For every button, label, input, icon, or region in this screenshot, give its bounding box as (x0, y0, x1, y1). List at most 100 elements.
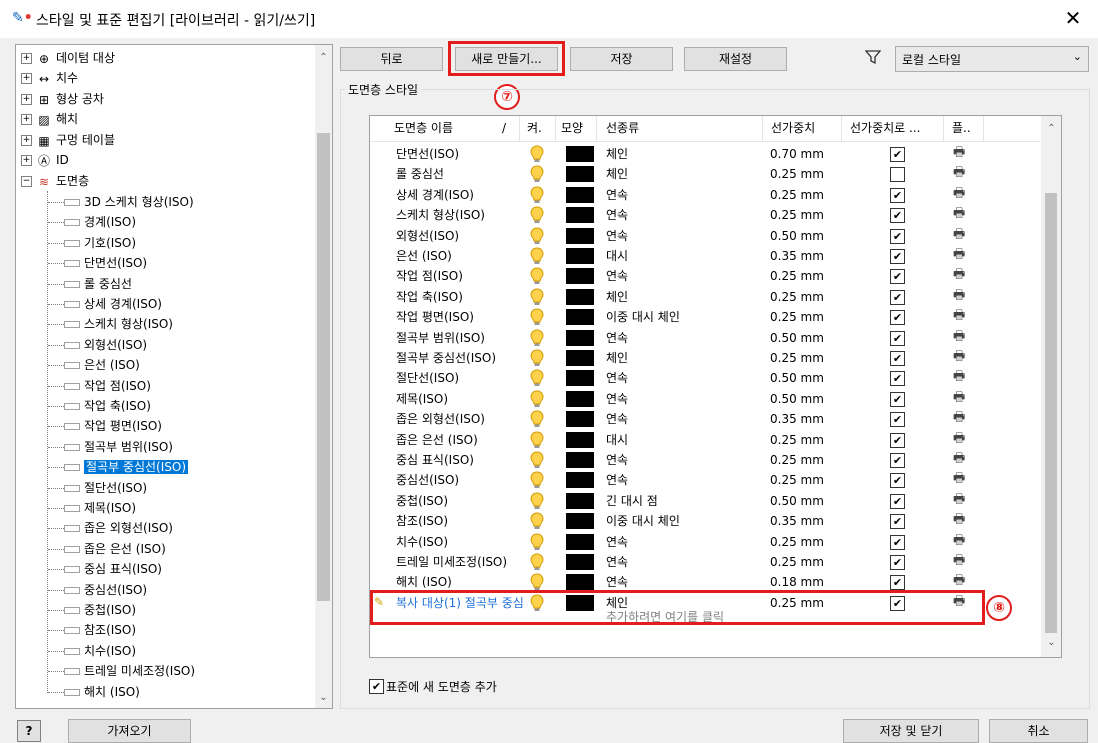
layer-row[interactable]: 중심 표식(ISO) 연속 0.25 mm ✔ 🖶 (370, 450, 1040, 470)
layer-row[interactable]: 작업 축(ISO) 체인 0.25 mm ✔ 🖶 (370, 287, 1040, 307)
layer-row[interactable]: 롤 중심선 체인 0.25 mm 🖶 (370, 164, 1040, 184)
layer-name-cell[interactable]: 중심 표식(ISO) (396, 450, 524, 470)
scroll-down-arrow-icon[interactable]: ⌄ (315, 689, 332, 706)
scale-by-lineweight-checkbox[interactable]: ✔ (890, 147, 905, 162)
lightbulb-on-icon[interactable] (530, 206, 544, 224)
layer-name-cell[interactable]: 작업 축(ISO) (396, 287, 524, 307)
layer-row[interactable]: 상세 경계(ISO) 연속 0.25 mm ✔ 🖶 (370, 185, 1040, 205)
tree-category-7[interactable]: ≋ 도면층 (36, 171, 89, 191)
lineweight-cell[interactable]: 0.25 mm (770, 266, 840, 286)
scale-by-lineweight-checkbox[interactable]: ✔ (890, 187, 905, 203)
color-swatch[interactable] (566, 554, 594, 570)
expand-toggle-icon[interactable]: + (21, 73, 32, 84)
expand-toggle-icon[interactable]: + (21, 155, 32, 166)
color-swatch[interactable] (566, 329, 594, 346)
tree-layer-item[interactable]: 작업 축(ISO) (64, 396, 151, 416)
printer-icon[interactable]: 🖶 (953, 390, 969, 406)
col-header-scale-by-lw[interactable]: 선가중치로 ... (842, 116, 944, 141)
col-header-linetype[interactable]: 선종류 (597, 116, 763, 141)
lightbulb-on-icon[interactable] (530, 390, 544, 408)
add-to-standard-checkbox[interactable]: ✔ (369, 679, 384, 694)
layer-name-cell[interactable]: 상세 경계(ISO) (396, 185, 524, 205)
color-swatch[interactable] (566, 268, 594, 285)
close-icon[interactable]: ✕ (1060, 6, 1086, 30)
linetype-cell[interactable]: 연속 (606, 532, 756, 552)
tree-layer-item[interactable]: 좁은 외형선(ISO) (64, 518, 173, 538)
tree-category-6[interactable]: Ⓐ ID (36, 150, 69, 170)
printer-icon[interactable]: 🖶 (953, 206, 969, 222)
printer-icon[interactable]: 🖶 (953, 533, 969, 549)
linetype-cell[interactable]: 연속 (606, 450, 756, 470)
layer-row[interactable]: 작업 점(ISO) 연속 0.25 mm ✔ 🖶 (370, 266, 1040, 286)
printer-icon[interactable]: 🖶 (953, 288, 969, 304)
style-filter-dropdown[interactable]: 로컬 스타일 ⌄ (895, 46, 1089, 72)
scale-by-lineweight-checkbox[interactable]: ✔ (890, 493, 905, 509)
col-header-name[interactable]: 도면층 이름 / (370, 116, 520, 141)
color-swatch[interactable] (566, 350, 594, 366)
lineweight-cell[interactable]: 0.50 mm (770, 491, 840, 511)
lightbulb-on-icon[interactable] (530, 267, 544, 285)
linetype-cell[interactable]: 연속 (606, 328, 756, 348)
style-tree[interactable]: ⌃ ⌄ + ⊕ 데이텀 대상 + ↔ 치수 + ⊞ 형상 공차 + ▨ 해치 + ▦ 구멍 테이블 + Ⓐ ID −… (15, 44, 333, 709)
layer-row[interactable]: 좁은 은선 (ISO) 대시 0.25 mm ✔ 🖶 (370, 430, 1040, 450)
layer-name-cell[interactable]: 좁은 은선 (ISO) (396, 430, 524, 450)
linetype-cell[interactable]: 연속 (606, 205, 756, 225)
color-swatch[interactable] (566, 574, 594, 591)
linetype-cell[interactable]: 연속 (606, 368, 756, 388)
layer-name-cell[interactable]: 절곡부 범위(ISO) (396, 328, 524, 348)
printer-icon[interactable]: 🖶 (953, 369, 969, 385)
expand-toggle-icon[interactable]: + (21, 53, 32, 64)
lightbulb-on-icon[interactable] (530, 247, 544, 265)
lineweight-cell[interactable]: 0.50 mm (770, 368, 840, 388)
layer-row[interactable]: 절단선(ISO) 연속 0.50 mm ✔ 🖶 (370, 368, 1040, 388)
layer-name-cell[interactable]: 트레일 미세조정(ISO) (396, 552, 524, 572)
lineweight-cell[interactable]: 0.35 mm (770, 511, 840, 531)
scale-by-lineweight-checkbox[interactable]: ✔ (890, 310, 905, 326)
lightbulb-on-icon[interactable] (530, 227, 544, 245)
layer-name-cell[interactable]: 작업 평면(ISO) (396, 307, 524, 327)
linetype-cell[interactable]: 연속 (606, 185, 756, 205)
grid-scroll-thumb[interactable] (1045, 193, 1057, 633)
layer-name-cell[interactable]: 단면선(ISO) (396, 144, 524, 164)
grid-scroll-down-icon[interactable]: ⌄ (1043, 634, 1060, 651)
lineweight-cell[interactable]: 0.25 mm (770, 450, 840, 470)
linetype-cell[interactable]: 긴 대시 점 (606, 491, 756, 511)
scale-by-lineweight-checkbox[interactable]: ✔ (890, 391, 905, 407)
printer-icon[interactable]: 🖶 (953, 165, 969, 181)
layer-name-cell[interactable]: 은선 (ISO) (396, 246, 524, 266)
layer-row[interactable]: 은선 (ISO) 대시 0.35 mm ✔ 🖶 (370, 246, 1040, 266)
printer-icon[interactable]: 🖶 (953, 267, 969, 283)
lightbulb-on-icon[interactable] (530, 410, 544, 428)
color-swatch[interactable] (566, 186, 594, 203)
tree-layer-item[interactable]: 해치 (ISO) (64, 682, 140, 702)
color-swatch[interactable] (566, 227, 594, 244)
linetype-cell[interactable]: 연속 (606, 470, 756, 490)
lineweight-cell[interactable]: 0.50 mm (770, 226, 840, 246)
back-button[interactable]: 뒤로 (340, 47, 443, 71)
linetype-cell[interactable]: 이중 대시 체인 (606, 511, 756, 531)
cancel-button[interactable]: 취소 (989, 719, 1088, 743)
printer-icon[interactable]: 🖶 (953, 349, 969, 365)
expand-toggle-icon[interactable]: + (21, 135, 32, 146)
layer-name-cell[interactable]: 외형선(ISO) (396, 226, 524, 246)
linetype-cell[interactable]: 대시 (606, 246, 756, 266)
layer-name-cell[interactable]: 좁은 외형선(ISO) (396, 409, 524, 429)
layer-row[interactable]: 참조(ISO) 이중 대시 체인 0.35 mm ✔ 🖶 (370, 511, 1040, 531)
tree-layer-item[interactable]: 작업 점(ISO) (64, 376, 151, 396)
printer-icon[interactable]: 🖶 (953, 492, 969, 508)
printer-icon[interactable]: 🖶 (953, 471, 969, 487)
layer-name-cell[interactable]: 제목(ISO) (396, 389, 524, 409)
col-header-appearance[interactable]: 모양 (556, 116, 597, 141)
lightbulb-on-icon[interactable] (530, 288, 544, 306)
tree-layer-item[interactable]: 롤 중심선 (64, 274, 132, 294)
linetype-cell[interactable]: 연속 (606, 389, 756, 409)
layer-row[interactable]: 중심선(ISO) 연속 0.25 mm ✔ 🖶 (370, 470, 1040, 490)
printer-icon[interactable]: 🖶 (953, 145, 969, 161)
linetype-cell[interactable]: 연속 (606, 266, 756, 286)
color-swatch[interactable] (566, 452, 594, 468)
linetype-cell[interactable]: 체인 (606, 287, 756, 307)
lineweight-cell[interactable]: 0.35 mm (770, 246, 840, 266)
tree-layer-item[interactable]: 스케치 형상(ISO) (64, 314, 173, 334)
printer-icon[interactable]: 🖶 (953, 329, 969, 345)
layer-name-cell[interactable]: 절단선(ISO) (396, 368, 524, 388)
